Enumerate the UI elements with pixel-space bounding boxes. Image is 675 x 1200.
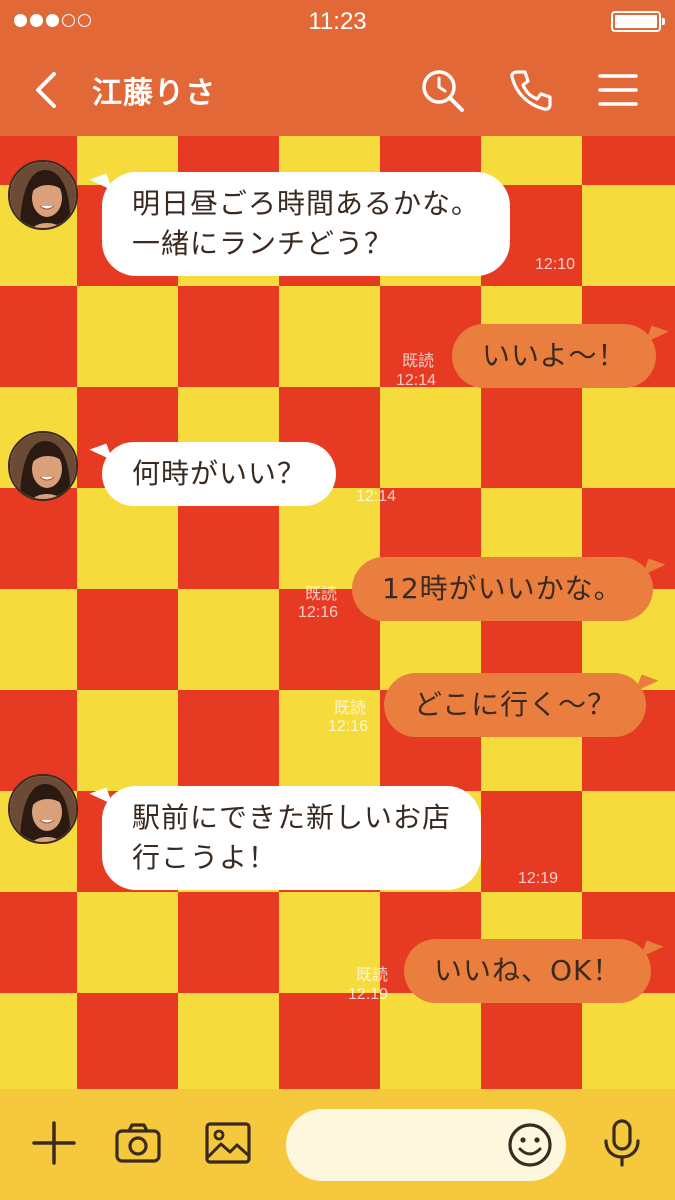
message-bubble-outgoing[interactable]: いいよ〜！	[452, 324, 657, 388]
search-icon[interactable]	[418, 66, 466, 114]
back-icon[interactable]	[26, 68, 66, 112]
chat-title: 江藤りさ	[92, 76, 216, 111]
message-text: どこに行く〜？	[414, 688, 617, 721]
message-text: 12時がいいかな。	[382, 572, 623, 605]
avatar[interactable]	[8, 160, 78, 230]
message-time: 12:16	[298, 604, 339, 621]
plus-icon[interactable]	[28, 1117, 80, 1169]
status-bar: 11:23	[0, 0, 675, 44]
camera-icon[interactable]	[112, 1117, 164, 1169]
message-bubble-incoming[interactable]: 明日昼ごろ時間あるかな。 一緒にランチどう？	[102, 172, 511, 276]
checker-tile	[279, 286, 380, 387]
avatar[interactable]	[8, 774, 78, 844]
message-time: 12:14	[396, 372, 437, 389]
message-time: 12:14	[356, 488, 397, 505]
status-time: 11:23	[308, 8, 367, 35]
battery-icon	[611, 11, 665, 32]
message-bubble-incoming[interactable]: 何時がいい？	[102, 442, 337, 506]
checker-tile	[279, 993, 380, 1089]
menu-icon[interactable]	[594, 66, 642, 114]
checker-tile	[77, 993, 178, 1089]
message-time: 12:19	[348, 986, 389, 1003]
message-text: 駅前にできた新しいお店	[132, 801, 452, 834]
checker-tile	[0, 993, 77, 1089]
checker-tile	[178, 589, 279, 690]
checker-tile	[0, 488, 77, 589]
checker-tile	[582, 136, 675, 185]
message-time: 12:19	[518, 870, 559, 887]
checker-tile	[178, 993, 279, 1089]
message-text: いいよ〜！	[482, 339, 627, 372]
message-bubble-outgoing[interactable]: どこに行く〜？	[384, 673, 647, 737]
checker-tile	[77, 589, 178, 690]
read-receipt: 既読	[305, 586, 338, 603]
checker-tile	[178, 286, 279, 387]
checker-tile	[582, 387, 675, 488]
message-text: 何時がいい？	[132, 457, 307, 490]
read-receipt: 既読	[402, 353, 435, 370]
input-bar	[0, 1089, 675, 1200]
checker-tile	[0, 892, 77, 993]
chat-area[interactable]: 明日昼ごろ時間あるかな。 一緒にランチどう？ 12:10 既読 12:14 いい…	[0, 136, 675, 1089]
checker-tile	[0, 286, 77, 387]
checker-tile	[77, 286, 178, 387]
image-icon[interactable]	[202, 1117, 254, 1169]
emoji-icon[interactable]	[505, 1120, 555, 1170]
message-text: 行こうよ！	[132, 841, 278, 874]
checker-tile	[582, 993, 675, 1089]
checker-tile	[178, 892, 279, 993]
checker-tile	[380, 993, 481, 1089]
phone-icon[interactable]	[507, 66, 555, 114]
message-bubble-outgoing[interactable]: 12時がいいかな。	[352, 557, 653, 621]
message-text: 一緒にランチどう？	[132, 227, 394, 260]
checker-tile	[0, 589, 77, 690]
message-text: いいね、OK！	[434, 954, 622, 987]
checker-tile	[77, 690, 178, 791]
message-bubble-outgoing[interactable]: いいね、OK！	[404, 939, 652, 1003]
message-text: 明日昼ごろ時間あるかな。	[132, 187, 481, 220]
message-time: 12:16	[328, 718, 369, 735]
message-time: 12:10	[535, 256, 576, 273]
mic-icon[interactable]	[596, 1117, 648, 1169]
checker-tile	[481, 387, 582, 488]
avatar[interactable]	[8, 431, 78, 501]
read-receipt: 既読	[356, 967, 389, 984]
checker-tile	[380, 387, 481, 488]
chat-header: 江藤りさ	[0, 44, 675, 136]
battery-level	[615, 15, 657, 28]
checker-tile	[582, 791, 675, 892]
checker-tile	[582, 185, 675, 286]
message-bubble-incoming[interactable]: 駅前にできた新しいお店 行こうよ！	[102, 786, 482, 890]
checker-tile	[77, 892, 178, 993]
checker-tile	[178, 690, 279, 791]
read-receipt: 既読	[334, 700, 367, 717]
checker-tile	[481, 993, 582, 1089]
